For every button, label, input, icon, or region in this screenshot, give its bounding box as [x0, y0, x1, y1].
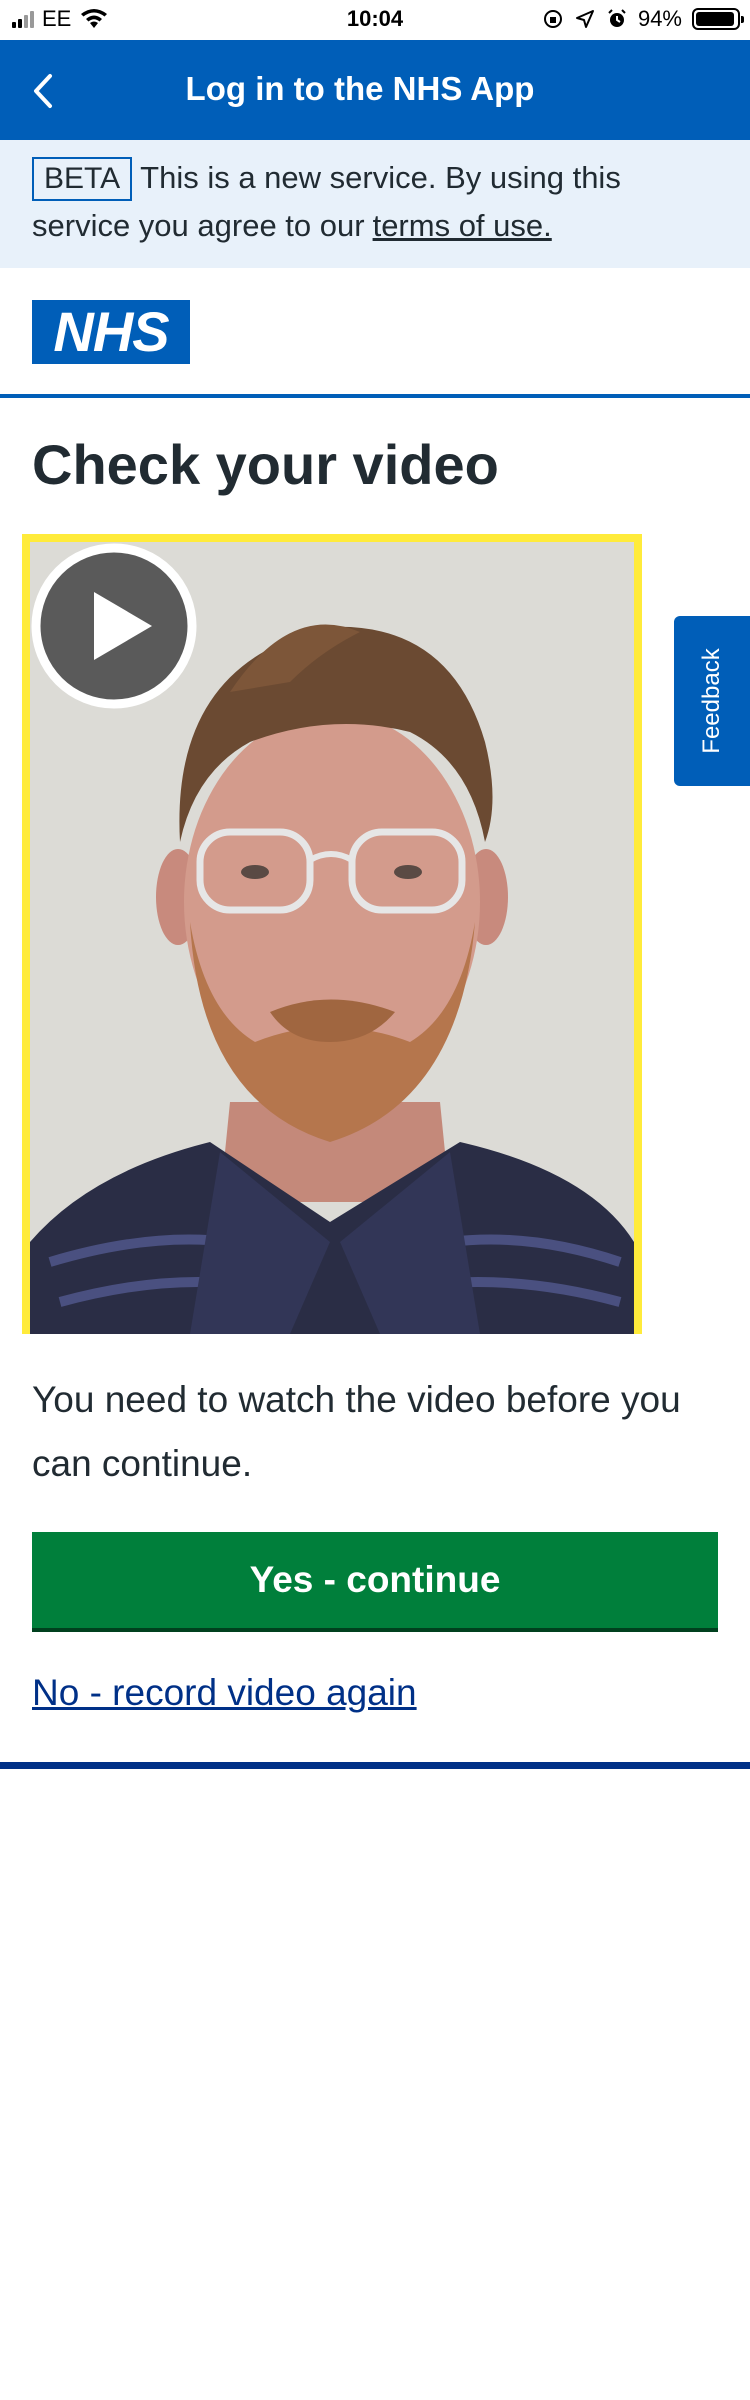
- alarm-icon: [608, 9, 626, 27]
- watch-video-instruction: You need to watch the video before you c…: [32, 1379, 681, 1484]
- footer-divider: [0, 1762, 750, 1769]
- orientation-lock-icon: [543, 10, 562, 28]
- header-title: Log in to the NHS App: [185, 70, 535, 107]
- logo-header: NHS: [0, 268, 750, 398]
- location-arrow-icon: [575, 10, 594, 28]
- feedback-tab[interactable]: Feedback: [674, 616, 750, 786]
- battery-icon: [692, 8, 744, 30]
- yes-continue-button[interactable]: Yes - continue: [32, 1532, 718, 1632]
- beta-banner-text: BETA This is a new service. By using this…: [32, 154, 722, 250]
- status-right: 94%: [542, 6, 744, 32]
- battery-level: [696, 12, 734, 26]
- video-player-focus-frame: [22, 534, 642, 1334]
- status-bar: EE 10:04 94%: [0, 0, 750, 40]
- nhs-logo: NHS: [32, 300, 190, 364]
- page-title: Check your video: [32, 433, 499, 496]
- beta-banner: BETA This is a new service. By using this…: [0, 140, 750, 268]
- app-header: Log in to the NHS App: [0, 40, 750, 140]
- play-icon[interactable]: [30, 542, 198, 710]
- battery-percent: 94%: [637, 6, 682, 31]
- video-preview[interactable]: [30, 542, 634, 1334]
- feedback-label: Feedback: [698, 648, 725, 754]
- record-video-again-link[interactable]: No - record video again: [32, 1672, 417, 1714]
- terms-of-use-link[interactable]: terms of use.: [373, 208, 552, 243]
- beta-tag: BETA: [32, 157, 133, 201]
